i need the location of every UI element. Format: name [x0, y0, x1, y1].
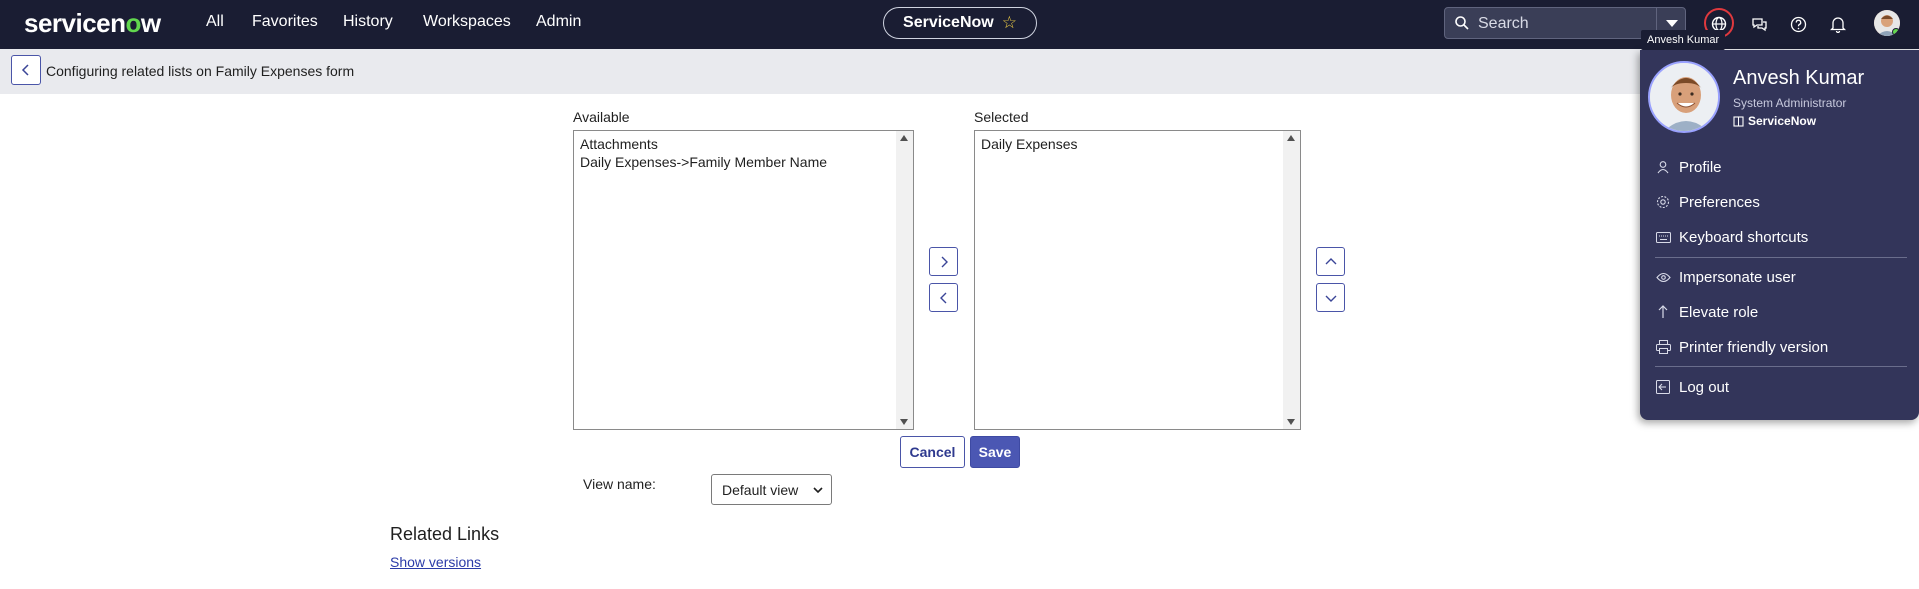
show-versions-link[interactable]: Show versions: [390, 554, 481, 570]
scroll-up-icon[interactable]: [1287, 135, 1295, 141]
app-scope-label: ServiceNow: [903, 14, 994, 31]
chevron-right-icon: [941, 256, 948, 267]
menu-item-log-out[interactable]: Log out: [1655, 374, 1905, 400]
menu-item-label: Impersonate user: [1679, 268, 1796, 286]
chevron-up-icon: [1325, 257, 1336, 264]
move-down-button[interactable]: [1316, 283, 1345, 312]
user-menu-dropdown: Anvesh Kumar System Administrator Servic…: [1640, 50, 1919, 420]
view-name-select[interactable]: Default view: [711, 474, 832, 505]
menu-item-label: Elevate role: [1679, 303, 1759, 321]
menu-item-label: Log out: [1679, 378, 1730, 396]
bell-icon[interactable]: [1825, 11, 1851, 37]
menu-item-elevate-role[interactable]: Elevate role: [1655, 299, 1905, 325]
user-tooltip: Anvesh Kumar: [1641, 30, 1726, 50]
add-to-selected-button[interactable]: [929, 247, 958, 276]
chevron-down-icon: [813, 487, 823, 494]
menu-item-label: Preferences: [1679, 193, 1760, 211]
user-role: System Administrator: [1733, 96, 1847, 110]
online-status-dot: [1892, 28, 1900, 36]
servicenow-logo[interactable]: servicenow: [24, 8, 161, 39]
keyboard-icon: [1655, 229, 1671, 245]
scroll-up-icon[interactable]: [900, 135, 908, 141]
user-avatar-large: [1648, 61, 1720, 133]
menu-item-impersonate-user[interactable]: Impersonate user: [1655, 264, 1905, 290]
instance-name: ServiceNow: [1733, 114, 1816, 128]
menu-divider: [1655, 366, 1907, 367]
chevron-left-icon: [939, 292, 946, 303]
search-icon: [1455, 16, 1469, 30]
scroll-down-icon[interactable]: [1287, 419, 1295, 425]
view-name-label: View name:: [583, 476, 656, 492]
available-option[interactable]: Daily Expenses->Family Member Name: [580, 154, 827, 170]
arrow-up-icon: [1655, 304, 1671, 320]
related-links-heading: Related Links: [390, 524, 500, 544]
help-icon[interactable]: [1785, 11, 1811, 37]
eye-icon: [1655, 269, 1671, 285]
gear-icon: [1655, 194, 1671, 210]
menu-item-label: Printer friendly version: [1679, 338, 1829, 356]
cancel-button[interactable]: Cancel: [900, 436, 965, 468]
printer-icon: [1655, 339, 1671, 355]
top-navigation-bar: servicenow All Favorites History Workspa…: [0, 0, 1919, 49]
menu-item-profile[interactable]: Profile: [1655, 154, 1905, 180]
user-name: Anvesh Kumar: [1733, 67, 1865, 89]
instance-label: ServiceNow: [1748, 114, 1817, 128]
move-up-button[interactable]: [1316, 247, 1345, 276]
chevron-down-icon: [1325, 295, 1336, 302]
app-scope-pill[interactable]: ServiceNow ☆: [883, 7, 1037, 39]
view-name-value: Default view: [722, 481, 799, 498]
available-listbox[interactable]: Attachments Daily Expenses->Family Membe…: [573, 130, 914, 430]
star-icon[interactable]: ☆: [1002, 13, 1017, 33]
available-label: Available: [573, 109, 630, 125]
chevron-down-icon: [1666, 20, 1678, 27]
menu-item-preferences[interactable]: Preferences: [1655, 189, 1905, 215]
selected-listbox[interactable]: Daily Expenses: [974, 130, 1301, 430]
building-icon: [1733, 115, 1744, 127]
back-button[interactable]: [11, 55, 41, 85]
user-avatar-button[interactable]: [1874, 10, 1900, 36]
chat-icon[interactable]: [1746, 11, 1772, 37]
menu-item-keyboard-shortcuts[interactable]: Keyboard shortcuts: [1655, 224, 1905, 250]
chevron-left-icon: [21, 64, 29, 76]
save-button[interactable]: Save: [970, 436, 1020, 468]
remove-from-selected-button[interactable]: [929, 283, 958, 312]
person-icon: [1655, 159, 1671, 175]
available-scrollbar[interactable]: [896, 131, 913, 429]
nav-workspaces[interactable]: Workspaces: [423, 13, 511, 31]
menu-item-printer-friendly[interactable]: Printer friendly version: [1655, 334, 1905, 360]
logout-icon: [1655, 379, 1671, 395]
menu-divider: [1655, 257, 1907, 258]
nav-admin[interactable]: Admin: [536, 13, 581, 31]
menu-item-label: Profile: [1679, 158, 1722, 176]
scroll-down-icon[interactable]: [900, 419, 908, 425]
available-option[interactable]: Attachments: [580, 136, 658, 152]
search-label: Search: [1478, 15, 1529, 32]
form-header: Configuring related lists on Family Expe…: [0, 49, 1919, 94]
selected-label: Selected: [974, 109, 1029, 125]
nav-all[interactable]: All: [206, 13, 224, 31]
selected-option[interactable]: Daily Expenses: [981, 136, 1078, 152]
nav-favorites[interactable]: Favorites: [252, 13, 318, 31]
menu-item-label: Keyboard shortcuts: [1679, 228, 1809, 246]
selected-scrollbar[interactable]: [1283, 131, 1300, 429]
nav-history[interactable]: History: [343, 13, 393, 31]
page-title: Configuring related lists on Family Expe…: [46, 63, 355, 79]
